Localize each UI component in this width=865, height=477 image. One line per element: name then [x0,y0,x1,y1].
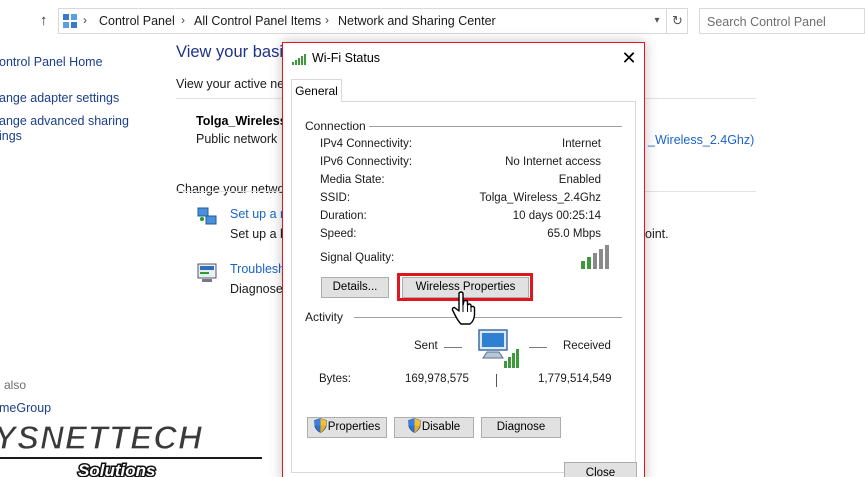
breadcrumb-separator-icon: › [83,13,87,27]
disable-label: Disable [421,421,461,433]
watermark-sub: Solutions [78,461,155,477]
close-button[interactable]: Close [564,462,637,477]
speed-label: Speed: [320,228,357,240]
properties-label: Properties [327,421,381,433]
dialog-title: Wi-Fi Status [312,51,381,65]
duration-value: 10 days 00:25:14 [512,210,601,222]
received-line [529,347,547,348]
diagnose-button[interactable]: Diagnose [481,417,561,438]
search-input[interactable] [707,13,857,30]
setup-connection-link[interactable]: Set up a n [230,207,287,221]
sent-line [444,347,462,348]
nav-control-panel-home[interactable]: ontrol Panel Home [0,55,103,69]
media-state-label: Media State: [320,174,385,186]
disable-button[interactable]: Disable [394,417,474,438]
connection-group-label: Connection [305,119,366,133]
group-divider [354,317,622,318]
ssid-value: Tolga_Wireless_2.4Ghz [479,192,601,204]
breadcrumb-separator-icon: › [181,13,185,27]
active-networks-heading: View your active net [176,77,288,91]
nav-change-advanced-sharing-cont[interactable]: ings [0,129,22,143]
refresh-icon[interactable]: ↻ [666,9,688,33]
network-computer-icon [478,329,519,368]
up-arrow-icon[interactable]: ↑ [40,12,54,30]
address-bar-row: ↑ › Control Panel › All Control Panel It… [0,0,865,42]
network-setup-icon [197,207,217,225]
properties-button[interactable]: Properties [307,417,387,438]
troubleshoot-icon [197,263,217,282]
search-box[interactable] [699,8,865,34]
network-name: Tolga_Wireless_ [196,114,294,128]
breadcrumb-network-sharing[interactable]: Network and Sharing Center [338,14,496,28]
troubleshoot-link[interactable]: Troublesh [230,262,285,276]
close-icon[interactable]: ✕ [614,43,644,73]
change-settings-heading: Change your networ [176,182,289,196]
breadcrumb-separator-icon: › [325,13,329,27]
nav-change-advanced-sharing[interactable]: ange advanced sharing [0,114,129,128]
ipv4-value: Internet [562,138,601,150]
control-panel-icon [63,14,77,28]
bytes-sent-value: 169,978,575 [405,373,469,385]
speed-value: 65.0 Mbps [547,228,601,240]
see-also-heading: also [4,378,27,392]
ipv4-label: IPv4 Connectivity: [320,138,413,150]
page-title: View your basic [176,43,292,61]
bytes-label: Bytes: [319,373,351,385]
signal-bars-icon [581,245,609,269]
troubleshoot-desc: Diagnose [230,282,283,296]
received-label: Received [563,340,611,352]
activity-group-label: Activity [305,310,344,324]
watermark-brand: YSNETTECH [0,419,203,456]
setup-connection-desc-tail: oint. [645,227,669,241]
ipv6-label: IPv6 Connectivity: [320,156,413,168]
bytes-received-value: 1,779,514,549 [538,373,612,385]
duration-label: Duration: [320,210,367,222]
setup-connection-desc: Set up a b [230,227,287,241]
hand-cursor-icon [451,291,476,325]
watermark-logo: YSNETTECH Solutions [0,418,262,477]
address-dropdown-icon[interactable]: ▾ [649,11,665,31]
nav-homegroup[interactable]: meGroup [0,401,51,415]
details-button[interactable]: Details... [321,277,389,298]
ssid-label: SSID: [320,192,351,204]
tab-general[interactable]: General [291,79,342,102]
breadcrumb-all-items[interactable]: All Control Panel Items [194,14,321,28]
ipv6-value: No Internet access [505,156,601,168]
shield-icon [313,418,327,434]
bytes-divider [496,374,497,387]
connection-link[interactable]: _Wireless_2.4Ghz) [648,133,754,147]
media-state-value: Enabled [558,174,601,186]
address-bar[interactable]: › Control Panel › All Control Panel Item… [58,8,688,34]
wifi-signal-icon [292,54,306,65]
breadcrumb-control-panel[interactable]: Control Panel [99,14,175,28]
signal-quality-label: Signal Quality: [320,252,395,264]
nav-change-adapter-settings[interactable]: ange adapter settings [0,91,119,105]
wifi-status-dialog: Wi-Fi Status ✕ General Connection IPv4 C… [282,42,645,477]
group-divider [369,126,622,127]
sent-label: Sent [414,340,438,352]
network-type: Public network [196,132,278,146]
shield-icon [407,418,421,434]
